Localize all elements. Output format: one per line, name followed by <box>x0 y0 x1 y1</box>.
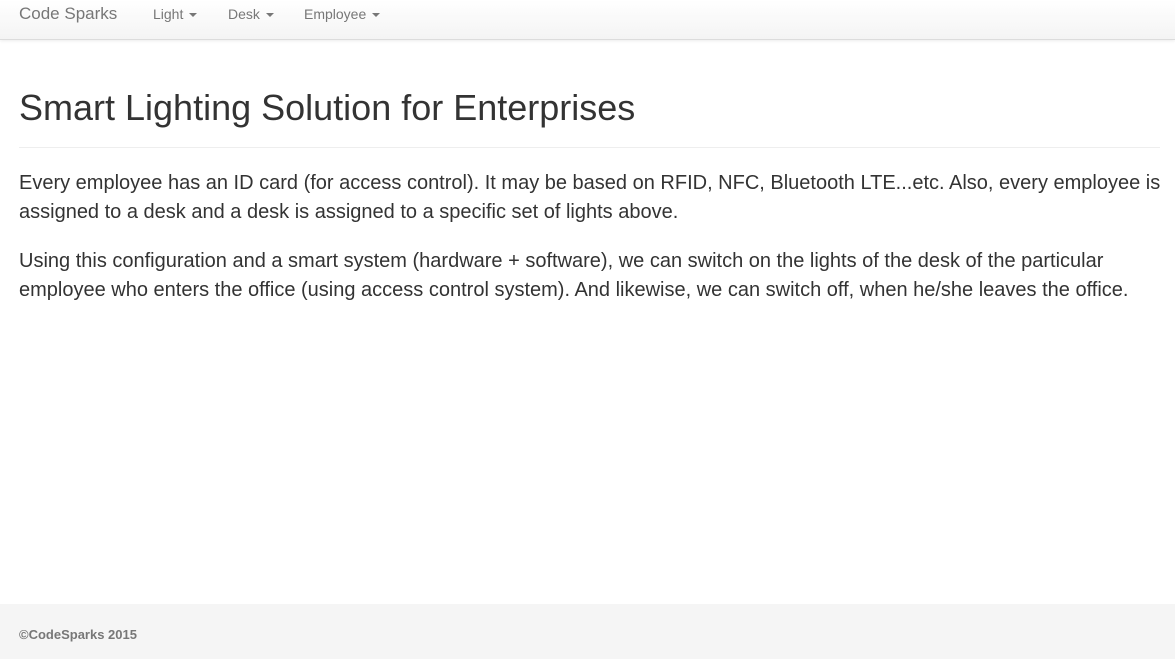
copyright-text: ©CodeSparks 2015 <box>19 627 137 642</box>
title-divider <box>19 147 1160 148</box>
solution-paragraph: Using this configuration and a smart sys… <box>19 250 1129 301</box>
caret-down-icon <box>189 13 198 18</box>
caret-down-icon <box>265 13 274 18</box>
brand-link[interactable]: Code Sparks <box>19 4 117 24</box>
top-navbar: Code Sparks Light Desk Employee <box>0 0 1175 40</box>
page-footer: ©CodeSparks 2015 <box>0 604 1175 659</box>
nav-light-label: Light <box>153 6 184 22</box>
page-title: Smart Lighting Solution for Enterprises <box>19 87 636 128</box>
nav-dropdown-light[interactable]: Light <box>153 6 198 22</box>
nav-employee-label: Employee <box>304 6 367 22</box>
nav-dropdown-employee[interactable]: Employee <box>304 6 381 22</box>
nav-desk-label: Desk <box>228 6 260 22</box>
intro-paragraph: Every employee has an ID card (for acces… <box>19 172 1161 223</box>
nav-dropdown-desk[interactable]: Desk <box>228 6 274 22</box>
caret-down-icon <box>372 13 381 18</box>
